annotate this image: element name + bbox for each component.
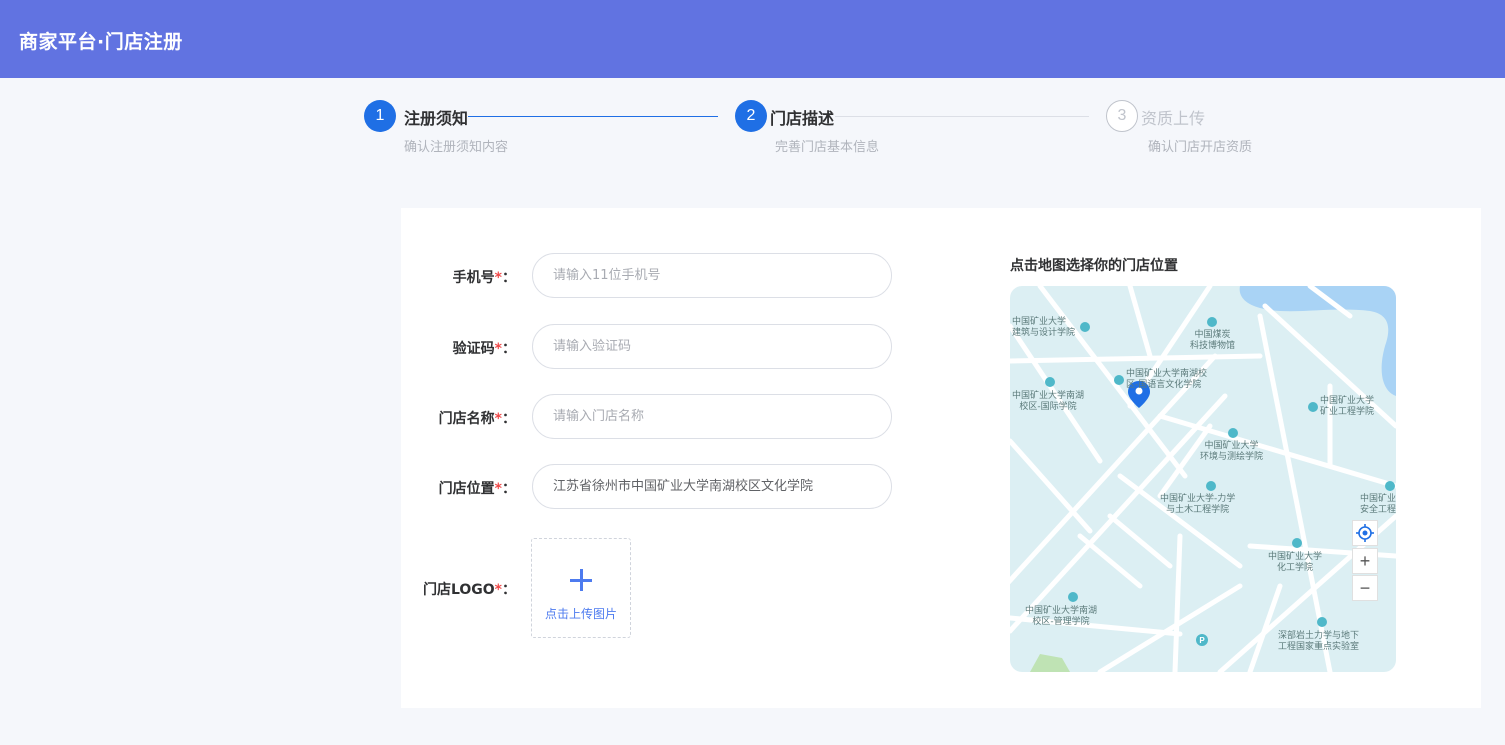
map-poi-label: 中国矿业大学南湖 校区-国际学院 [1012, 391, 1085, 412]
registration-steps: 1 注册须知 确认注册须知内容 2 门店描述 完善门店基本信息 3 资质上传 确… [0, 78, 1505, 208]
zoom-in-button[interactable]: + [1352, 548, 1378, 574]
step-2-number: 2 [735, 100, 767, 132]
store-location-input[interactable]: 江苏省徐州市中国矿业大学南湖校区文化学院 [532, 464, 892, 509]
step-1-number: 1 [364, 100, 396, 132]
map-poi-label: 中国矿业大学 环境与测绘学院 [1200, 441, 1264, 462]
verification-code-input[interactable]: 请输入验证码 [532, 324, 892, 369]
map-poi-label: 中国矿业大学 建筑与设计学院 [1012, 317, 1076, 338]
locate-button[interactable] [1352, 520, 1378, 546]
map-poi-label: 中国矿业大学南湖校 区-国语言文化学院 [1126, 369, 1208, 390]
upload-text: 点击上传图片 [544, 607, 617, 621]
store-name-label: 门店名称*： [438, 411, 516, 427]
svg-text:P: P [1199, 636, 1205, 645]
map-poi-label: 中国矿业大学-力学 与土木工程学院 [1160, 494, 1236, 515]
top-header: 商家平台·门店注册 [0, 0, 1505, 78]
app-title: 商家平台·门店注册 [19, 31, 183, 53]
map-title: 点击地图选择你的门店位置 [1010, 258, 1178, 274]
store-form-card: 手机号*： 请输入11位手机号 验证码*： 请输入验证码 门店名称*： 请输入门… [401, 208, 1481, 708]
plus-icon [570, 569, 592, 591]
locate-icon [1356, 524, 1374, 542]
map-poi-label: 中国矿业大学南湖 校区-管理学院 [1025, 606, 1098, 627]
store-location-label: 门店位置*： [438, 481, 516, 497]
logo-upload-button[interactable]: 点击上传图片 [531, 538, 631, 638]
phone-input[interactable]: 请输入11位手机号 [532, 253, 892, 298]
step-1-desc: 确认注册须知内容 [404, 140, 509, 155]
store-logo-label: 门店LOGO*： [422, 582, 516, 598]
map-poi-label: 中国矿业大学 矿业工程学院 [1320, 396, 1375, 417]
step-connector-2 [835, 116, 1089, 117]
step-2-desc: 完善门店基本信息 [775, 140, 880, 155]
step-3-label: 资质上传 [1141, 109, 1206, 128]
map-poi-label: 中国矿业大安全工程 [1360, 494, 1396, 515]
store-location-map[interactable]: P 中国矿业大学 建筑与设计学院 中国煤炭 科技博物馆 中国矿业大学南湖校 区-国语言… [1010, 286, 1396, 672]
step-1-label: 注册须知 [404, 109, 469, 128]
store-name-input[interactable]: 请输入门店名称 [532, 394, 892, 439]
step-3-desc: 确认门店开店资质 [1148, 140, 1253, 155]
step-2-label: 门店描述 [770, 109, 835, 128]
map-poi-label: 深部岩土力学与地下 工程国家重点实验室 [1278, 631, 1360, 652]
map-poi-label: 中国矿业大学 化工学院 [1268, 552, 1323, 573]
verification-code-label: 验证码*： [452, 341, 516, 357]
zoom-out-button[interactable]: − [1352, 575, 1378, 601]
step-3-number: 3 [1106, 100, 1138, 132]
phone-label: 手机号*： [452, 270, 516, 286]
step-connector-1 [468, 116, 718, 117]
map-poi-label: 中国煤炭 科技博物馆 [1190, 330, 1236, 351]
